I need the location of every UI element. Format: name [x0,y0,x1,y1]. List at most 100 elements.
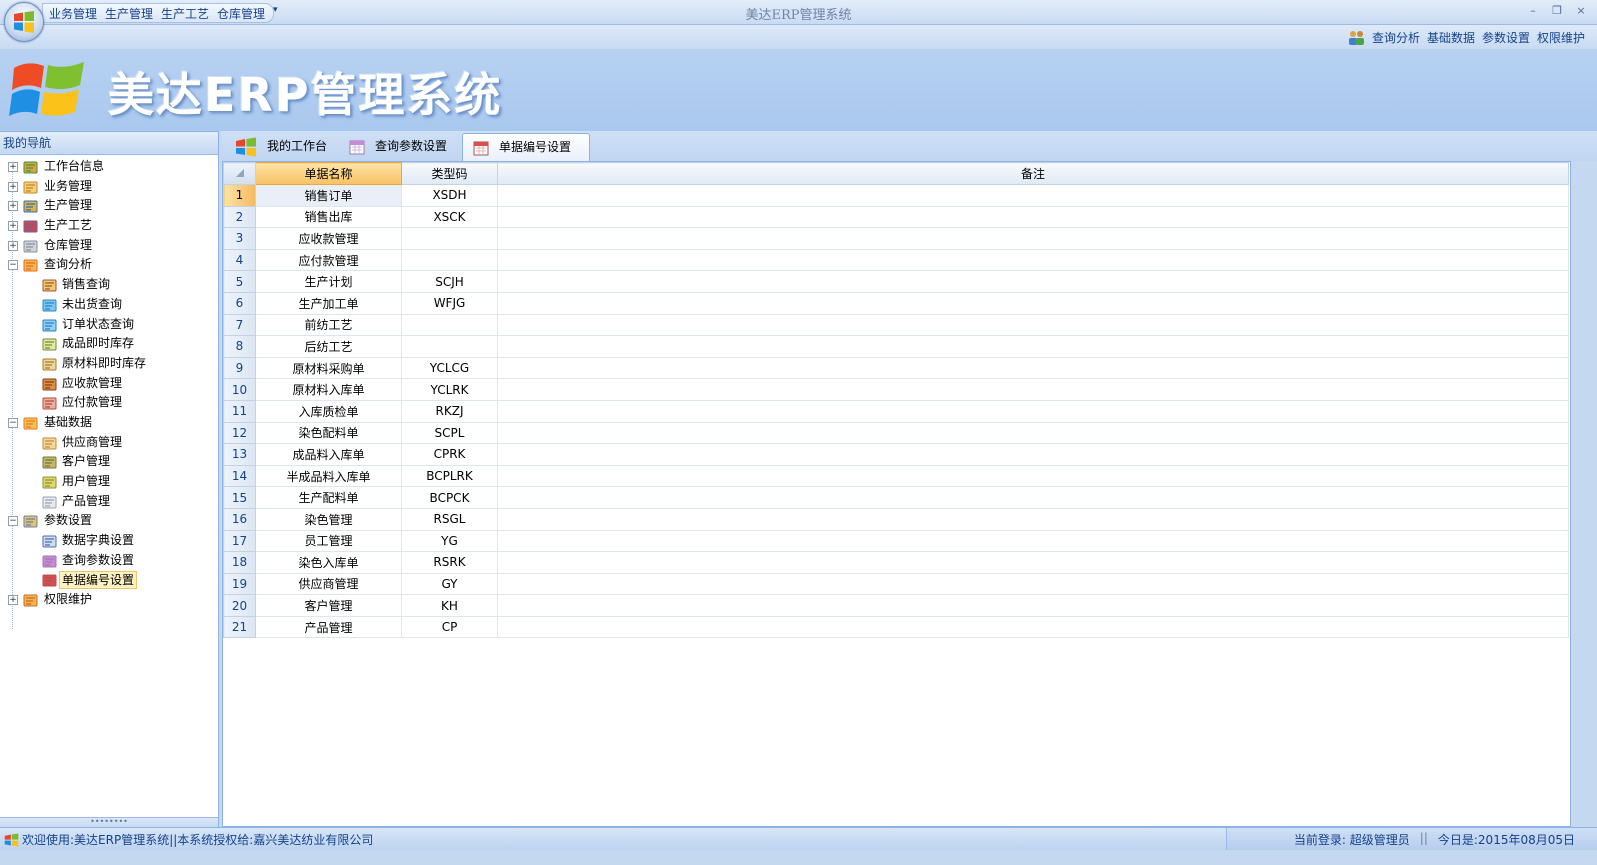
table-row[interactable]: 10 原材料入库单 YCLRK [223,378,1569,401]
nav-item[interactable]: 销售查询 [0,275,218,295]
cell-note[interactable] [497,313,1569,337]
cell-note[interactable] [497,507,1569,531]
cell-type-code[interactable]: SCJH [401,270,498,293]
expand-icon[interactable]: + [8,181,18,192]
expand-icon[interactable]: + [8,221,18,232]
nav-item[interactable]: 产品管理 [0,492,218,512]
table-row[interactable]: 15 生产配料单 BCPCK [223,486,1569,509]
cell-type-code[interactable]: KH [401,594,498,617]
tab-workbench[interactable]: 我的工作台 [225,133,335,160]
cell-type-code[interactable]: CPRK [401,443,498,466]
nav-item[interactable]: − 参数设置 [0,511,218,531]
table-row[interactable]: 6 生产加工单 WFJG [223,291,1569,315]
grid-corner[interactable] [223,162,256,185]
row-number[interactable]: 15 [223,486,256,509]
nav-item[interactable]: + 生产工艺 [0,216,218,236]
cell-type-code[interactable]: XSCK [401,205,498,229]
cell-type-code[interactable] [401,313,498,337]
column-header-note[interactable]: 备注 [497,162,1569,185]
cell-note[interactable] [497,529,1569,553]
cell-doc-name[interactable]: 半成品料入库单 [255,464,402,488]
cell-note[interactable] [497,356,1569,380]
row-number[interactable]: 17 [223,529,256,553]
tab-query-params[interactable]: 查询参数设置 [339,133,464,160]
close-button[interactable]: × [1572,3,1590,19]
cell-note[interactable] [497,227,1569,250]
row-number[interactable]: 12 [223,421,256,445]
cell-type-code[interactable]: BCPCK [401,486,498,509]
table-row[interactable]: 7 前纺工艺 [223,313,1569,337]
cell-note[interactable] [497,205,1569,229]
cell-note[interactable] [497,464,1569,488]
nav-item[interactable]: 数据字典设置 [0,531,218,551]
cell-type-code[interactable]: XSDH [401,184,498,207]
table-row[interactable]: 11 入库质检单 RKZJ [223,399,1569,423]
row-number[interactable]: 13 [223,443,256,466]
row-number[interactable]: 9 [223,356,256,380]
row-number[interactable]: 19 [223,572,256,596]
cell-note[interactable] [497,615,1569,639]
top-link-query[interactable]: 查询分析 [1372,29,1420,46]
cell-doc-name[interactable]: 染色入库单 [255,551,402,574]
table-row[interactable]: 19 供应商管理 GY [223,572,1569,596]
cell-doc-name[interactable]: 生产加工单 [255,291,402,315]
collapse-icon[interactable]: − [8,417,18,428]
cell-doc-name[interactable]: 生产计划 [255,270,402,293]
nav-item[interactable]: 应收款管理 [0,374,218,394]
nav-item[interactable]: + 生产管理 [0,196,218,216]
table-row[interactable]: 8 后纺工艺 [223,335,1569,358]
table-row[interactable]: 14 半成品料入库单 BCPLRK [223,464,1569,488]
nav-item[interactable]: + 仓库管理 [0,236,218,256]
cell-note[interactable] [497,572,1569,596]
cell-note[interactable] [497,270,1569,293]
row-number[interactable]: 2 [223,205,256,229]
cell-doc-name[interactable]: 销售出库 [255,205,402,229]
top-link-settings[interactable]: 参数设置 [1482,29,1530,46]
cell-type-code[interactable]: WFJG [401,291,498,315]
cell-note[interactable] [497,184,1569,207]
row-number[interactable]: 11 [223,399,256,423]
nav-item[interactable]: 订单状态查询 [0,315,218,335]
cell-doc-name[interactable]: 应付款管理 [255,248,402,272]
cell-doc-name[interactable]: 员工管理 [255,529,402,553]
cell-note[interactable] [497,399,1569,423]
table-row[interactable]: 18 染色入库单 RSRK [223,551,1569,574]
expand-icon[interactable]: + [8,162,18,172]
table-row[interactable]: 21 产品管理 CP [223,615,1569,639]
restore-button[interactable]: ❐ [1548,3,1566,19]
cell-note[interactable] [497,378,1569,401]
table-row[interactable]: 5 生产计划 SCJH [223,270,1569,293]
nav-item[interactable]: 未出货查询 [0,295,218,315]
cell-doc-name[interactable]: 原材料采购单 [255,356,402,380]
cell-type-code[interactable]: SCPL [401,421,498,445]
table-row[interactable]: 2 销售出库 XSCK [223,205,1569,229]
nav-item[interactable]: + 工作台信息 [0,157,218,177]
nav-item[interactable]: 应付款管理 [0,393,218,413]
cell-doc-name[interactable]: 客户管理 [255,594,402,617]
top-link-base-data[interactable]: 基础数据 [1427,29,1475,46]
cell-doc-name[interactable]: 供应商管理 [255,572,402,596]
row-number[interactable]: 8 [223,335,256,358]
nav-item[interactable]: 客户管理 [0,452,218,472]
row-number[interactable]: 21 [223,615,256,639]
application-orb-button[interactable] [4,2,44,42]
cell-doc-name[interactable]: 销售订单 [255,184,402,207]
cell-doc-name[interactable]: 染色配料单 [255,421,402,445]
nav-item[interactable]: 供应商管理 [0,433,218,453]
cell-doc-name[interactable]: 成品料入库单 [255,443,402,466]
cell-type-code[interactable]: YCLRK [401,378,498,401]
row-number[interactable]: 3 [223,227,256,250]
row-number[interactable]: 1 [223,184,256,207]
cell-type-code[interactable] [401,335,498,358]
cell-doc-name[interactable]: 前纺工艺 [255,313,402,337]
row-number[interactable]: 18 [223,551,256,574]
row-number[interactable]: 4 [223,248,256,272]
cell-type-code[interactable]: BCPLRK [401,464,498,488]
cell-doc-name[interactable]: 入库质检单 [255,399,402,423]
cell-note[interactable] [497,486,1569,509]
cell-note[interactable] [497,443,1569,466]
row-number[interactable]: 14 [223,464,256,488]
table-row[interactable]: 3 应收款管理 [223,227,1569,250]
cell-type-code[interactable]: YCLCG [401,356,498,380]
nav-item[interactable]: + 权限维护 [0,590,218,610]
